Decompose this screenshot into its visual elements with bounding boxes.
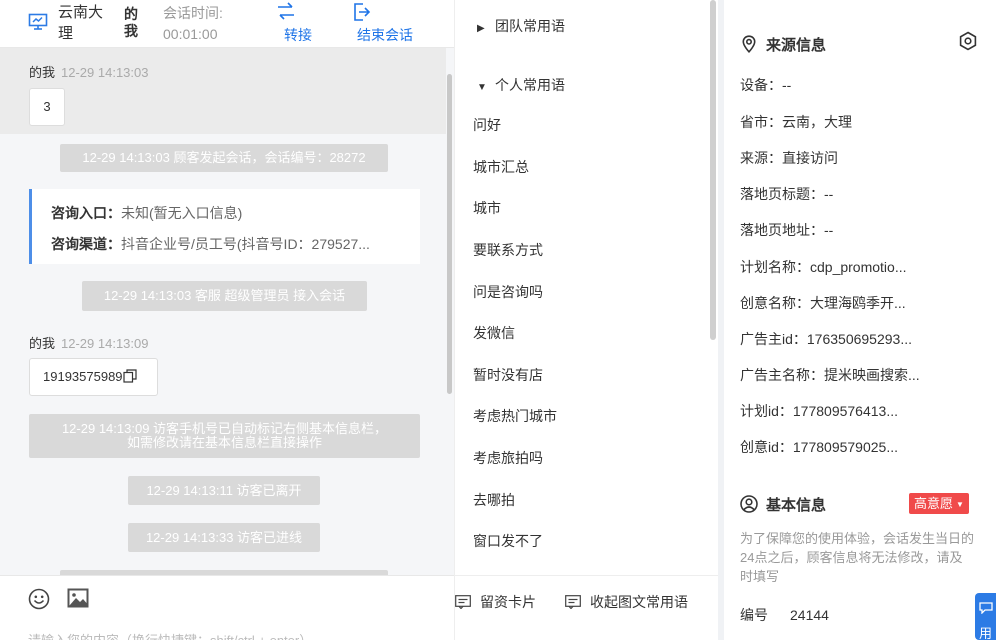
info-advertiser-id: 广告主id：176350695293...	[740, 331, 912, 347]
message-sender: 的我 12-29 14:13:03	[29, 62, 148, 81]
intent-badge-label: 高意愿	[914, 496, 954, 511]
chat-header: 云南大理 的我 会话时间: 00:01:00 转接 结束会话	[0, 0, 454, 48]
chat-panel: 云南大理 的我 会话时间: 00:01:00 转接 结束会话 的我 12-29 …	[0, 0, 454, 640]
phrase-item[interactable]: 暂时没有店	[473, 365, 543, 385]
info-source: 来源：直接访问	[740, 150, 838, 166]
info-creative-id: 创意id：177809579025...	[740, 439, 898, 455]
app-root: 云南大理 的我 会话时间: 00:01:00 转接 结束会话 的我 12-29 …	[0, 0, 996, 640]
system-message: 12-29 14:13:09 访客手机号已自动标记右侧基本信息栏， 如需修改请在…	[29, 414, 420, 458]
system-message: 12-29 14:13:03 客服 超级管理员 接入会话	[82, 281, 367, 311]
phrase-item[interactable]: 考虑旅拍吗	[473, 448, 543, 468]
phrase-item[interactable]: 问是咨询吗	[473, 282, 543, 302]
id-label: 编号	[740, 607, 768, 623]
collapse-phrases-label: 收起图文常用语	[590, 594, 688, 610]
source-info-label: 来源信息	[766, 37, 827, 54]
transfer-button[interactable]: 转接	[278, 0, 316, 45]
agent-label: 的我	[124, 6, 138, 39]
message-time: 12-29 14:13:09	[61, 336, 149, 351]
transfer-icon	[278, 2, 294, 20]
info-advertiser-name: 广告主名称：提米映画搜索...	[740, 367, 920, 383]
chat-icon	[979, 602, 993, 614]
message-text: 19193575989	[43, 369, 123, 384]
system-message: 12-29 14:13:33 访客已进线	[128, 523, 320, 552]
user-circle-icon	[740, 495, 758, 513]
chat-scrollbar[interactable]	[447, 74, 452, 394]
phrase-item[interactable]: 城市	[473, 198, 501, 218]
consult-card: 咨询入口：未知(暂无入口信息) 咨询渠道：抖音企业号/员工号(抖音号ID：279…	[29, 189, 420, 264]
image-icon[interactable]	[67, 588, 89, 608]
message-bubble: 19193575989	[29, 358, 158, 396]
exit-icon	[354, 3, 371, 21]
phrase-group-label: 团队常用语	[495, 18, 565, 34]
collapse-phrases-button[interactable]: 收起图文常用语	[565, 592, 688, 612]
monitor-icon	[28, 13, 48, 30]
source-info-title: 来源信息	[740, 34, 826, 55]
system-message-line: 如需修改请在基本信息栏直接操作	[126, 435, 322, 450]
info-plan-name: 计划名称：cdp_promotio...	[740, 259, 907, 275]
intent-badge-dropdown[interactable]: 高意愿 ▼	[909, 493, 969, 514]
consult-entry-value: 未知(暂无入口信息)	[121, 205, 243, 221]
end-session-button[interactable]: 结束会话	[352, 0, 418, 45]
basic-info-label: 基本信息	[766, 497, 827, 514]
card-icon	[455, 595, 471, 609]
phrase-group-personal[interactable]: ▼ 个人常用语	[477, 75, 565, 95]
message-composer: 请输入您的内容（换行快捷键：shift/ctrl + enter）	[0, 575, 454, 640]
info-panel: 来源信息 设备：-- 省市：云南，大理 来源：直接访问 落地页标题：-- 落地页…	[718, 0, 996, 640]
session-time-label: 会话时间:	[163, 5, 223, 21]
emoji-icon[interactable]	[28, 588, 50, 610]
floating-button-label: 用	[979, 626, 993, 640]
info-landing-url: 落地页地址：--	[740, 222, 834, 238]
consult-channel-label: 咨询渠道：	[51, 236, 121, 252]
locate-icon[interactable]	[958, 31, 978, 51]
basic-info-title: 基本信息	[740, 494, 826, 515]
copy-icon[interactable]	[122, 369, 137, 383]
sender-name: 的我	[29, 336, 56, 351]
highlighted-message-row	[0, 48, 446, 134]
session-time-value: 00:01:00	[163, 26, 218, 42]
info-plan-id: 计划id：177809576413...	[740, 403, 898, 419]
phrase-group-label: 个人常用语	[495, 77, 565, 93]
phrase-item[interactable]: 问好	[473, 115, 501, 135]
phrase-item[interactable]: 去哪拍	[473, 490, 515, 510]
message-time: 12-29 14:13:03	[61, 65, 149, 80]
info-creative-name: 创意名称：大理海鸥季开...	[740, 295, 906, 311]
transfer-label: 转接	[284, 27, 312, 43]
lead-card-button[interactable]: 留资卡片	[455, 592, 536, 612]
caret-down-icon: ▼	[477, 82, 487, 93]
phrase-item[interactable]: 考虑热门城市	[473, 406, 557, 426]
system-message: 12-29 14:13:03 顾客发起会话，会话编号：28272	[60, 144, 388, 172]
phrase-item[interactable]: 发微信	[473, 323, 515, 343]
message-input[interactable]: 请输入您的内容（换行快捷键：shift/ctrl + enter）	[28, 630, 312, 640]
info-landing-title: 落地页标题：--	[740, 186, 834, 202]
info-province-city: 省市：云南，大理	[740, 114, 852, 130]
phrases-footer: 留资卡片 收起图文常用语	[455, 575, 719, 640]
phrase-item[interactable]: 城市汇总	[473, 157, 529, 177]
info-device: 设备：--	[740, 77, 792, 93]
phrase-item[interactable]: 要联系方式	[473, 240, 543, 260]
phrase-item[interactable]: 窗口发不了	[473, 531, 543, 551]
caret-down-icon: ▼	[956, 500, 964, 509]
floating-service-button[interactable]: 用	[975, 593, 996, 640]
end-session-label: 结束会话	[357, 27, 413, 43]
caret-right-icon: ▶	[477, 23, 485, 34]
sender-name: 的我	[29, 65, 56, 80]
id-value: 24144	[790, 607, 829, 623]
info-id-row: 编号 24144	[740, 605, 829, 625]
edit-notice: 为了保障您的使用体验，会话发生当日的24点之后，顾客信息将无法修改，请及时填写	[740, 531, 975, 584]
lead-card-label: 留资卡片	[480, 594, 536, 610]
system-message: 12-29 14:13:11 访客已离开	[128, 476, 320, 505]
consult-channel-value: 抖音企业号/员工号(抖音号ID：279527...	[121, 236, 370, 252]
message-list[interactable]: 的我 12-29 14:13:03 3 12-29 14:13:03 顾客发起会话…	[0, 48, 454, 575]
system-message-line: 12-29 14:13:09 访客手机号已自动标记右侧基本信息栏，	[61, 421, 388, 436]
visitor-name: 云南大理	[58, 4, 104, 42]
consult-entry-label: 咨询入口：	[51, 205, 121, 221]
location-pin-icon	[742, 35, 756, 53]
card-icon	[565, 595, 581, 609]
phrase-group-team[interactable]: ▶ 团队常用语	[477, 16, 565, 36]
message-sender: 的我 12-29 14:13:09	[29, 333, 148, 352]
message-bubble: 3	[29, 88, 65, 126]
phrases-scrollbar[interactable]	[710, 0, 716, 340]
phrases-panel: ▶ 团队常用语 ▼ 个人常用语 问好 城市汇总 城市 要联系方式 问是咨询吗 发微信…	[454, 0, 719, 640]
